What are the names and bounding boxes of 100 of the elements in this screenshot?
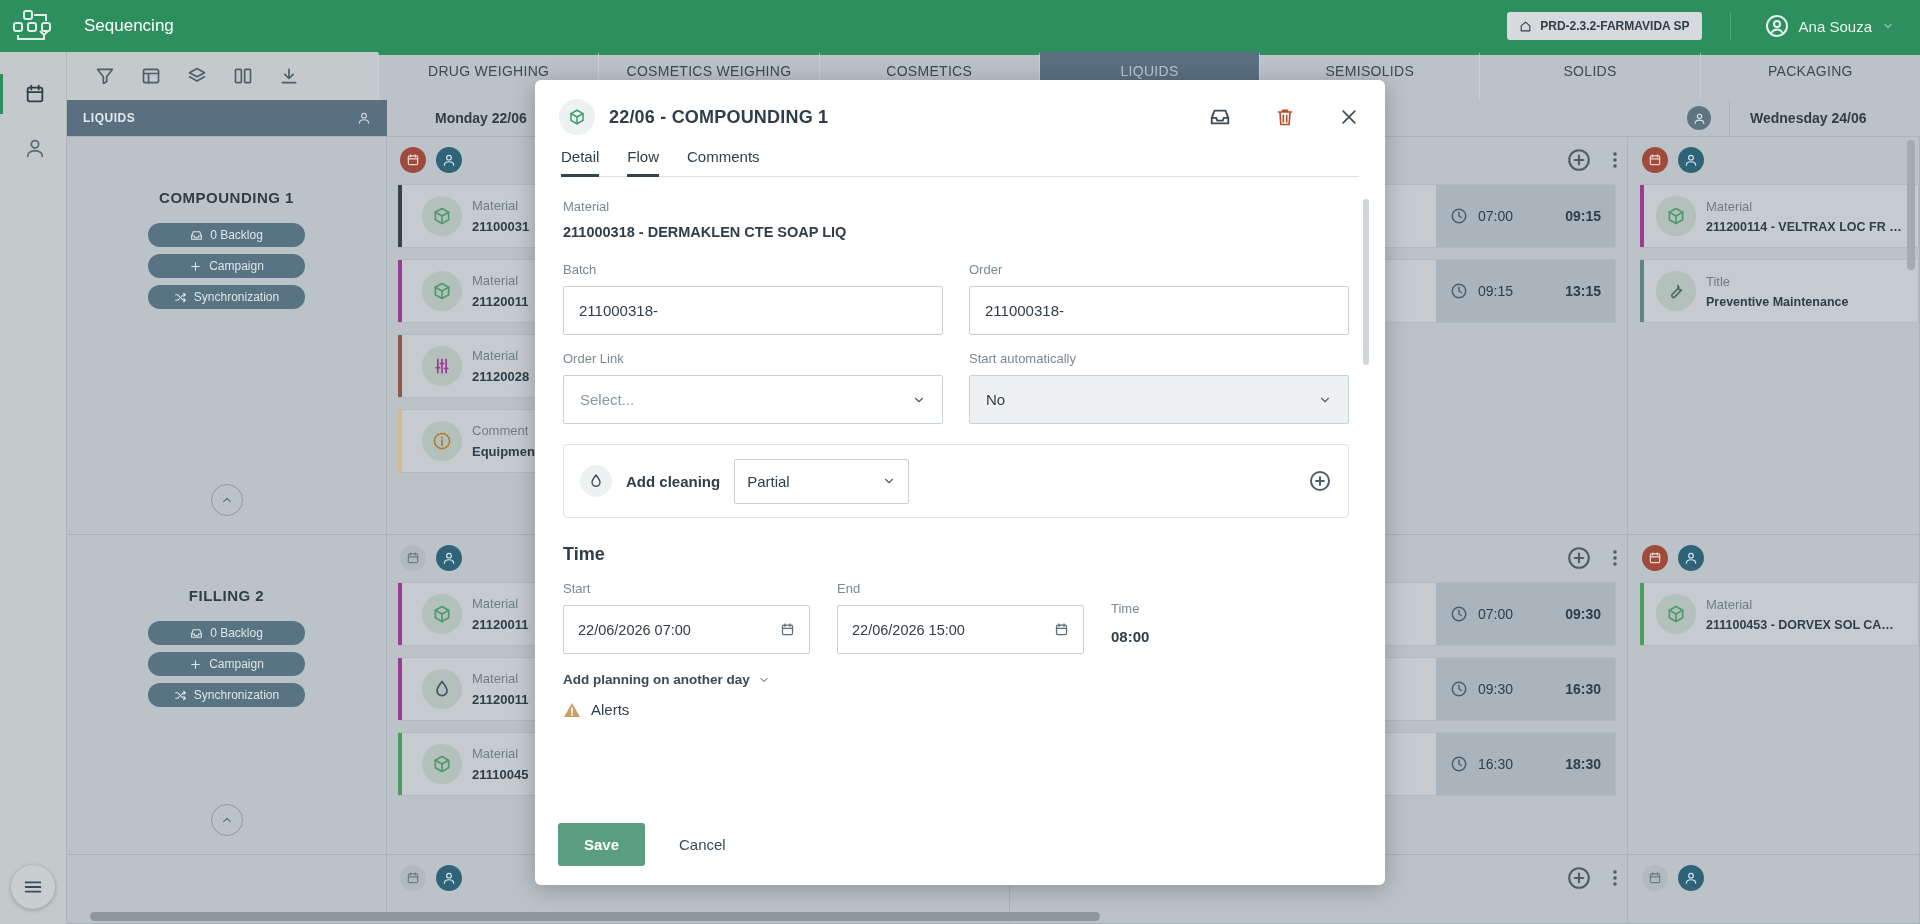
calendar-icon [1648,551,1662,565]
calendar-button[interactable] [1642,545,1668,571]
assign-button[interactable] [436,545,462,571]
end-date-field[interactable]: 22/06/2026 15:00 [837,605,1084,654]
cleaning-label: Add cleaning [626,472,721,490]
plus-icon [189,657,203,671]
close-button[interactable] [1339,107,1359,127]
card-label: Material [472,596,520,611]
calendar-button[interactable] [1642,865,1668,891]
more-icon[interactable] [1612,549,1618,567]
save-button[interactable]: Save [558,823,645,866]
task-card[interactable]: Material 211200114 - VELTRAX LOC FR … [1640,184,1919,248]
station-name: COMPOUNDING 1 [159,189,294,206]
layout-icon [141,66,161,86]
task-card[interactable]: Title Preventive Maintenance [1640,259,1919,323]
card-value: 21120011 [472,617,529,632]
start-time: 07:00 [1478,606,1514,622]
station-action-button[interactable]: 0 Backlog [148,621,305,645]
calendar-button[interactable] [1642,147,1668,173]
add-planning-link[interactable]: Add planning on another day [563,672,770,687]
alerts-label: Alerts [591,701,630,718]
station-action-button[interactable]: Campaign [148,254,305,278]
person-icon [442,551,456,565]
end-time: 09:30 [1565,606,1601,622]
vertical-scrollbar[interactable] [1907,140,1915,270]
card-value: 21110045 [472,767,529,782]
station-action-button[interactable]: 0 Backlog [148,223,305,247]
day-header: Monday 22/06 [435,110,527,126]
area-tab[interactable]: SOLIDS [1479,52,1700,100]
more-icon[interactable] [1612,869,1618,887]
calendar-icon [406,871,420,885]
calendar-button[interactable] [400,147,426,173]
toolbar-button[interactable] [95,66,115,86]
text-field[interactable]: 211000318- [563,286,943,335]
assign-button[interactable] [1678,147,1704,173]
calendar-icon [1648,153,1662,167]
menu-button[interactable] [11,865,55,909]
assign-button[interactable] [1678,545,1704,571]
inbox-icon [190,626,204,640]
environment-button[interactable]: PRD-2.3.2-FARMAVIDA SP [1507,12,1702,40]
dialog-scrollbar[interactable] [1363,199,1369,365]
more-icon[interactable] [1612,151,1618,169]
toolbar-button[interactable] [233,66,253,86]
start-date-field[interactable]: 22/06/2026 07:00 [563,605,810,654]
trash-icon [1275,107,1295,127]
cube-icon [432,206,452,226]
delete-button[interactable] [1275,107,1295,127]
field-label: Time [1111,601,1141,616]
text-field[interactable]: 211000318- [969,286,1349,335]
clock-icon [1450,282,1468,300]
card-label: Material [472,348,520,363]
start-time: 09:15 [1478,283,1514,299]
area-tab[interactable]: PACKAGING [1699,52,1920,100]
task-card[interactable]: Material 211100453 - DORVEX SOL CA… [1640,582,1919,646]
horizontal-scrollbar[interactable] [90,912,1100,921]
app-title: Sequencing [84,16,174,36]
card-label: Material [1706,596,1754,612]
calendar-icon [406,551,420,565]
cancel-button[interactable]: Cancel [673,835,732,854]
section-heading: Time [563,544,606,565]
add-icon [1566,865,1592,891]
card-label: Material [1706,198,1754,214]
cleaning-select[interactable]: Partial [734,458,910,504]
add-cleaning-button[interactable] [1308,469,1332,493]
calendar-button[interactable] [400,545,426,571]
dialog-tab[interactable]: Flow [627,148,660,177]
toolbar-button[interactable] [279,66,299,86]
user-menu[interactable]: Ana Souza [1758,13,1900,39]
toolbar-button[interactable] [141,66,161,86]
calendar-icon [780,622,795,637]
select-field[interactable]: Select... [563,375,943,424]
assign-button[interactable] [1678,865,1704,891]
station-action-button[interactable]: Synchronization [148,285,305,309]
user-icon [1764,14,1789,38]
plus-icon [189,259,203,273]
end-time: 13:15 [1565,283,1601,299]
cube-icon [1666,604,1686,624]
filter-icon [95,66,115,86]
field-label: Order Link [563,351,625,366]
home-icon [1519,19,1533,33]
card-label: Title [1706,273,1732,289]
clock-icon [1450,680,1468,698]
dialog-tab[interactable]: Comments [687,148,760,177]
shuffle-icon [173,688,187,702]
assign-button[interactable] [436,147,462,173]
clock-icon [1450,755,1468,773]
person-icon [442,871,456,885]
station-action-button[interactable]: Synchronization [148,683,305,707]
day-header: Wednesday 24/06 [1750,110,1867,126]
columns-icon [233,66,253,86]
card-value: 21120011 [472,692,529,707]
calendar-button[interactable] [400,865,426,891]
clock-icon [1450,605,1468,623]
assign-button[interactable] [436,865,462,891]
dialog-tab[interactable]: Detail [561,148,600,177]
station-action-button[interactable]: Campaign [148,652,305,676]
card-value: Preventive Maintenance [1706,294,1849,309]
info-icon [432,431,452,451]
calendar-icon [1054,622,1069,637]
card-value: 211100453 - DORVEX SOL CA… [1706,617,1894,632]
